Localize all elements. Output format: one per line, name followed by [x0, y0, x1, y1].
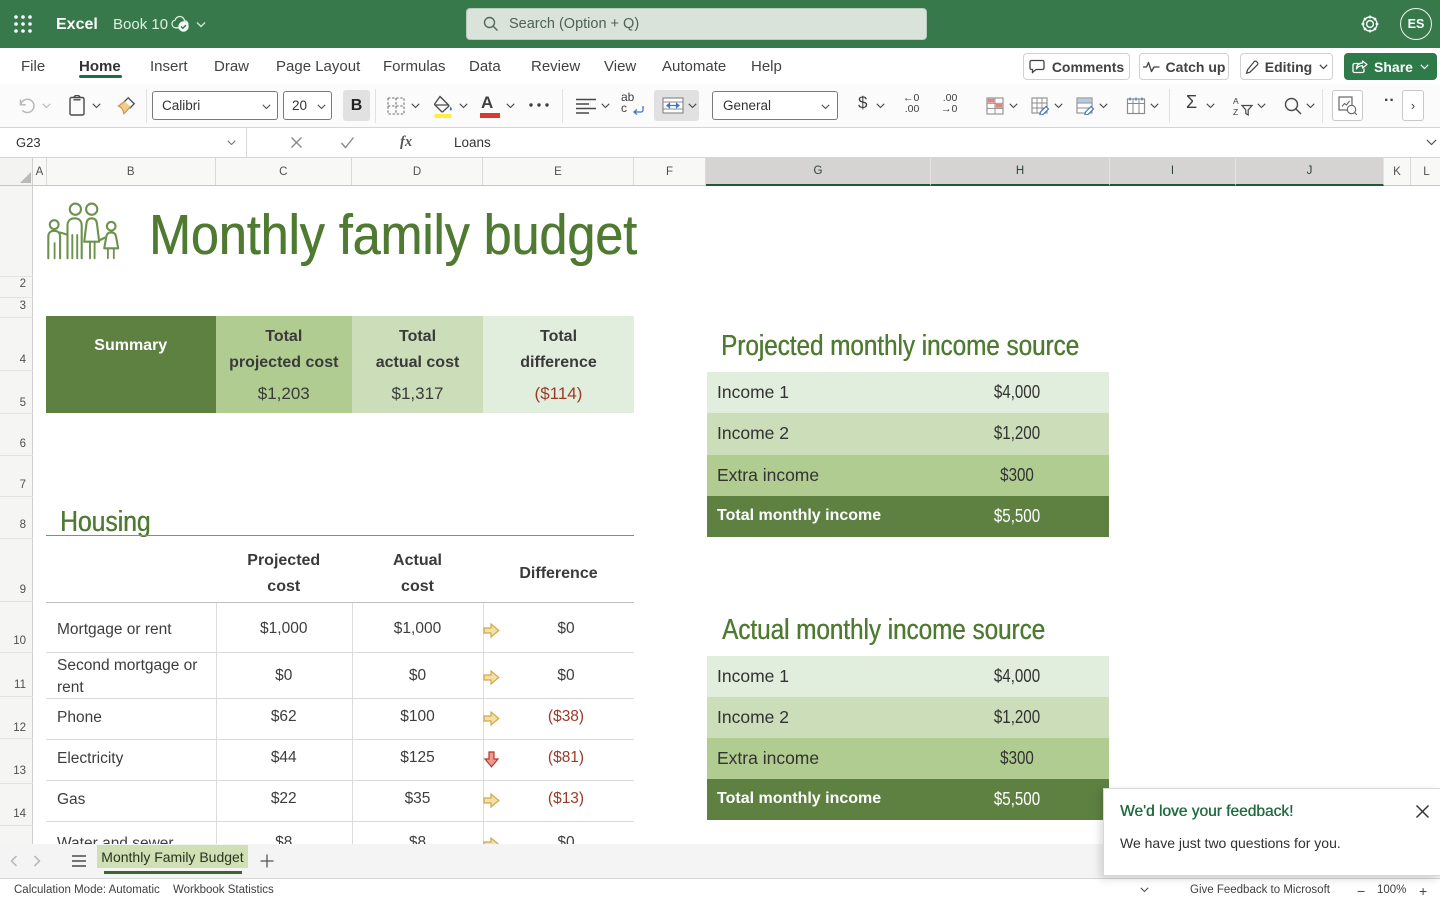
svg-text:A: A [1233, 96, 1239, 106]
svg-text:Z: Z [1233, 107, 1238, 116]
